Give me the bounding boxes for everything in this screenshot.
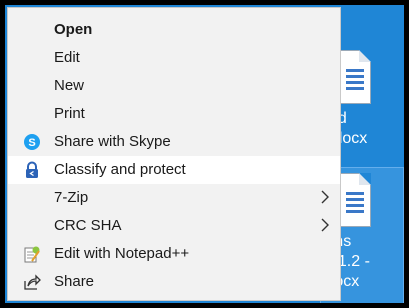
skype-icon: S: [23, 133, 41, 151]
lock-icon: [23, 161, 41, 179]
chevron-right-icon: [320, 190, 330, 208]
menu-item-label: New: [54, 77, 85, 94]
menu-item-label: CRC SHA: [54, 217, 122, 234]
menu-item-label: Edit with Notepad++: [54, 245, 190, 262]
svg-text:S: S: [28, 137, 35, 149]
menu-item-label: Share: [54, 273, 95, 290]
menu-item-crc-sha[interactable]: CRC SHA: [8, 212, 340, 240]
menu-item-label: Print: [54, 105, 85, 122]
notepadpp-icon: [23, 245, 41, 263]
context-menu: Open Edit New Print S Share with Skype C…: [7, 7, 341, 301]
share-icon: [23, 273, 41, 291]
menu-item-share-with-skype[interactable]: S Share with Skype: [8, 128, 340, 156]
menu-item-open[interactable]: Open: [8, 16, 340, 44]
menu-item-share[interactable]: Share: [8, 268, 340, 296]
menu-item-new[interactable]: New: [8, 72, 340, 100]
menu-item-classify-and-protect[interactable]: Classify and protect: [8, 156, 340, 184]
menu-item-label: Edit: [54, 49, 80, 66]
menu-item-label: Open: [54, 21, 93, 38]
menu-item-label: 7-Zip: [54, 189, 89, 206]
chevron-right-icon: [320, 218, 330, 236]
menu-item-print[interactable]: Print: [8, 100, 340, 128]
menu-item-edit[interactable]: Edit: [8, 44, 340, 72]
menu-item-label: Classify and protect: [54, 161, 186, 178]
menu-item-edit-with-notepadpp[interactable]: Edit with Notepad++: [8, 240, 340, 268]
menu-item-label: Share with Skype: [54, 133, 171, 150]
menu-item-7zip[interactable]: 7-Zip: [8, 184, 340, 212]
